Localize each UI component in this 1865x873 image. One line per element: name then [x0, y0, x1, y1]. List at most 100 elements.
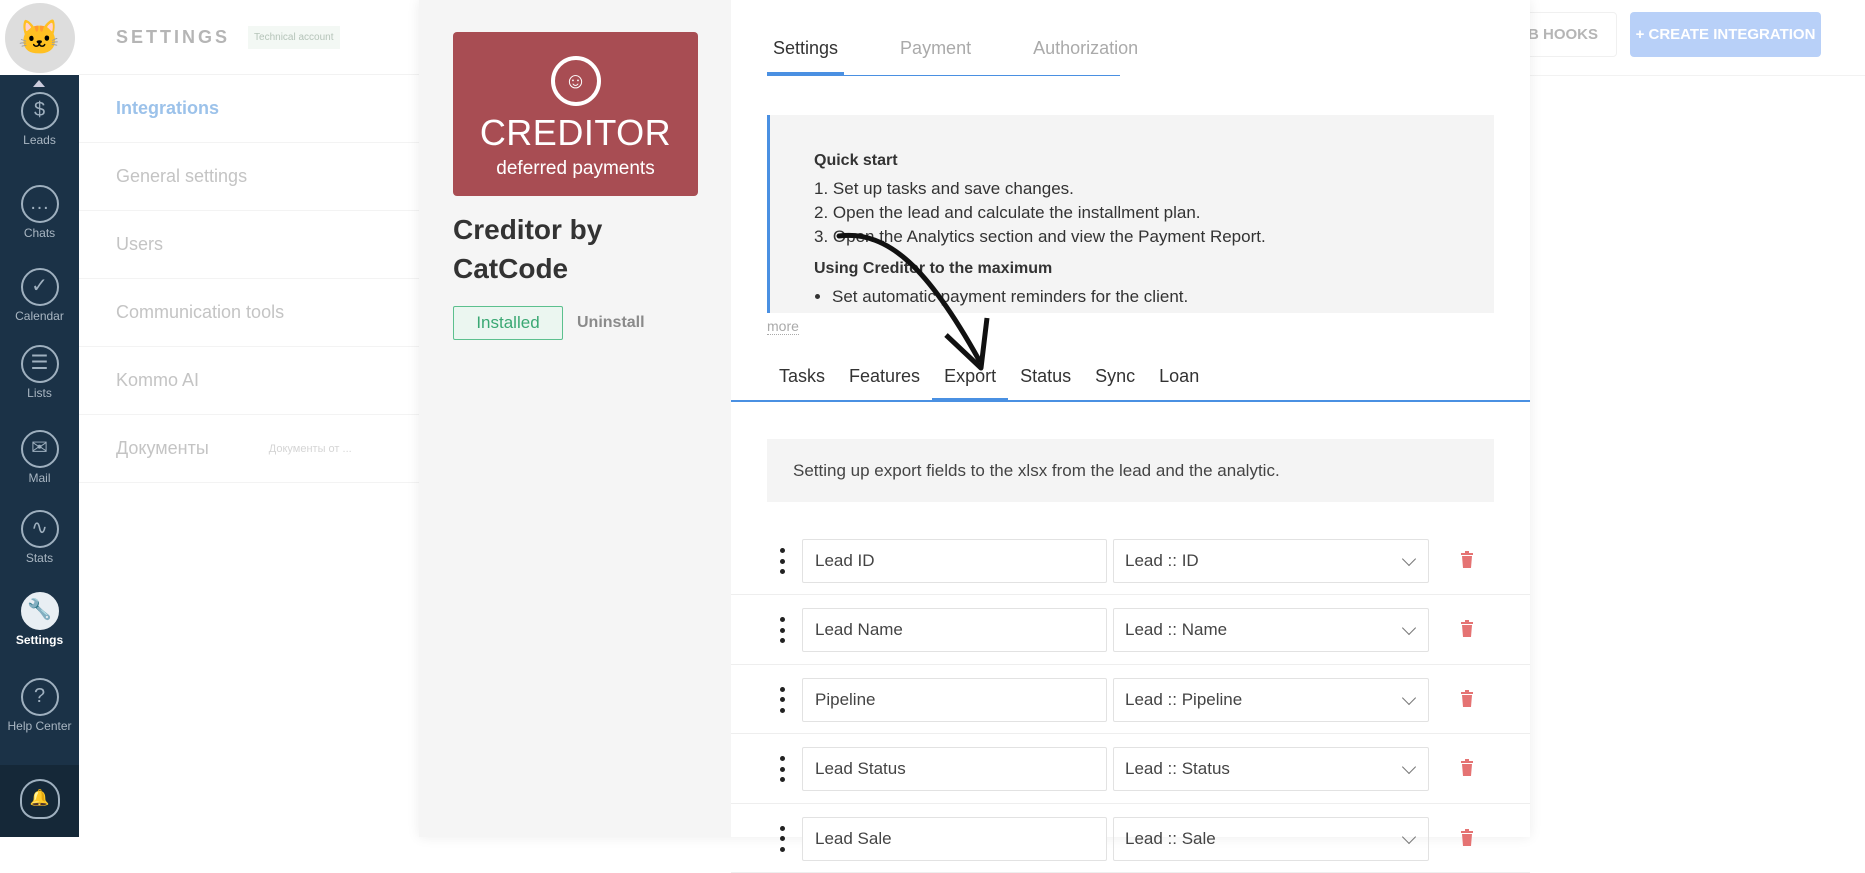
app-logo: ☺ CREDITOR deferred payments: [453, 32, 698, 196]
help-icon: ?: [20, 678, 59, 716]
table-row: Lead :: Name: [731, 595, 1530, 665]
cat-avatar-icon: 🐱: [4, 2, 75, 73]
drag-handle-icon[interactable]: [775, 756, 789, 783]
settings-item-label: Документы: [116, 438, 209, 458]
nav-item-stats[interactable]: ∿ Stats: [0, 510, 79, 565]
field-name-input[interactable]: [802, 608, 1107, 653]
settings-panel: SETTINGS Technical account Integrations G…: [79, 0, 419, 837]
trash-icon[interactable]: [1460, 551, 1474, 568]
lists-icon: ☰: [20, 345, 59, 383]
chats-icon: …: [20, 185, 59, 223]
drag-handle-icon[interactable]: [775, 825, 789, 852]
tab-authorization[interactable]: Authorization: [1027, 38, 1144, 75]
account-badge: Technical account: [248, 25, 340, 49]
table-row: Lead :: ID: [731, 526, 1530, 596]
trash-icon[interactable]: [1460, 828, 1474, 846]
subtab-sync[interactable]: Sync: [1083, 366, 1147, 400]
nav-item-label: Leads: [23, 133, 56, 147]
nav-item-chats[interactable]: … Chats: [0, 185, 79, 240]
field-select[interactable]: Lead :: Sale: [1113, 816, 1429, 861]
more-link[interactable]: more: [767, 318, 799, 335]
bell-icon: 🔔: [19, 779, 60, 819]
main-nav: 🐱 $ Leads … Chats ✓ Calendar ☰ Lists ✉ Mail ∿ Stats…: [0, 0, 79, 837]
drag-handle-icon[interactable]: [775, 686, 789, 713]
settings-title: SETTINGS: [116, 26, 231, 47]
integration-modal: ☺ CREDITOR deferred payments Creditor by…: [419, 0, 1530, 873]
tab-payment[interactable]: Payment: [894, 38, 977, 75]
field-name-input[interactable]: [802, 539, 1107, 583]
settings-item[interactable]: Kommo AI: [79, 347, 419, 415]
settings-item[interactable]: General settings: [79, 143, 419, 211]
nav-item-mail[interactable]: ✉ Mail: [0, 430, 79, 485]
trash-icon[interactable]: [1460, 689, 1474, 707]
settings-item-label: Kommo AI: [116, 370, 200, 390]
bullet: Set automatic payment reminders for the …: [832, 285, 1494, 309]
settings-icon: 🔧: [20, 592, 59, 630]
settings-item-label: Integrations: [116, 98, 220, 118]
drag-handle-icon[interactable]: [775, 617, 789, 644]
step: 2. Open the lead and calculate the insta…: [814, 203, 1201, 222]
nav-item-help-center[interactable]: ? Help Center: [0, 678, 79, 733]
uninstall-button[interactable]: Uninstall: [577, 314, 645, 332]
field-name-input[interactable]: [802, 747, 1107, 792]
nav-item-label: Calendar: [15, 309, 64, 323]
nav-item-calendar[interactable]: ✓ Calendar: [0, 268, 79, 323]
table-row: Lead :: Status: [731, 734, 1530, 804]
hand-coin-icon: ☺: [550, 56, 601, 106]
subtab-loan[interactable]: Loan: [1147, 366, 1211, 400]
field-select[interactable]: Lead :: Pipeline: [1113, 677, 1429, 722]
settings-item-sub: Документы от ...: [268, 442, 352, 455]
notifications-button[interactable]: 🔔: [0, 765, 79, 837]
leads-icon: $: [20, 92, 59, 130]
avatar[interactable]: 🐱: [0, 0, 79, 75]
nav-item-lists[interactable]: ☰ Lists: [0, 345, 79, 400]
settings-item-label: Communication tools: [116, 302, 285, 322]
nav-item-settings[interactable]: 🔧 Settings: [0, 592, 79, 647]
step: 1. Set up tasks and save changes.: [814, 179, 1074, 198]
table-row: Lead :: Sale: [731, 804, 1530, 873]
sub-tabs: Tasks Features Export Status Sync Loan: [731, 366, 1530, 402]
info-heading-2: Using Creditor to the maximum: [814, 260, 1053, 277]
settings-item[interactable]: Users: [79, 211, 419, 279]
field-select-value: Lead :: Sale: [1125, 828, 1216, 848]
chevron-down-icon: [1401, 551, 1417, 567]
field-name-input[interactable]: [802, 816, 1107, 861]
chevron-down-icon: [1401, 621, 1417, 636]
nav-item-label: Chats: [23, 226, 56, 240]
subtab-features[interactable]: Features: [837, 366, 932, 400]
chevron-down-icon: [1401, 690, 1417, 705]
main-tabs: Settings Payment Authorization: [767, 38, 1138, 76]
field-select[interactable]: Lead :: Name: [1113, 608, 1429, 653]
field-name-input[interactable]: [802, 677, 1107, 722]
trash-icon[interactable]: [1460, 620, 1474, 638]
installed-button[interactable]: Installed: [453, 306, 563, 340]
chevron-down-icon: [1401, 760, 1417, 775]
quick-start-info: Quick start 1. Set up tasks and save cha…: [767, 115, 1494, 313]
field-select-value: Lead :: Status: [1125, 759, 1230, 779]
step: 3. Open the Analytics section and view t…: [814, 227, 1266, 246]
field-select-value: Lead :: Pipeline: [1125, 689, 1243, 709]
field-select[interactable]: Lead :: Status: [1113, 747, 1429, 792]
subtab-tasks[interactable]: Tasks: [767, 366, 837, 400]
nav-item-label: Stats: [25, 551, 54, 565]
nav-item-label: Mail: [28, 471, 51, 485]
field-select-value: Lead :: ID: [1125, 551, 1199, 570]
export-description: Setting up export fields to the xlsx fro…: [767, 439, 1494, 502]
drag-handle-icon[interactable]: [775, 548, 789, 574]
settings-item-label: Users: [116, 234, 164, 254]
subtab-status[interactable]: Status: [1008, 366, 1083, 400]
settings-item[interactable]: Документы Документы от ...: [79, 415, 419, 483]
nav-item-label: Help Center: [7, 719, 72, 733]
settings-item[interactable]: Communication tools: [79, 279, 419, 347]
trash-icon[interactable]: [1460, 759, 1474, 777]
subtab-export[interactable]: Export: [932, 366, 1009, 402]
scroll-up-icon[interactable]: [33, 80, 45, 87]
tab-settings[interactable]: Settings: [767, 38, 845, 76]
nav-item-leads[interactable]: $ Leads: [0, 92, 79, 147]
logo-tagline: deferred payments: [496, 158, 655, 179]
create-integration-button[interactable]: + CREATE INTEGRATION: [1630, 12, 1821, 57]
table-row: Lead :: Pipeline: [731, 665, 1530, 735]
settings-item[interactable]: Integrations: [79, 75, 419, 143]
field-select[interactable]: Lead :: ID: [1113, 539, 1429, 583]
nav-item-label: Settings: [15, 633, 64, 647]
